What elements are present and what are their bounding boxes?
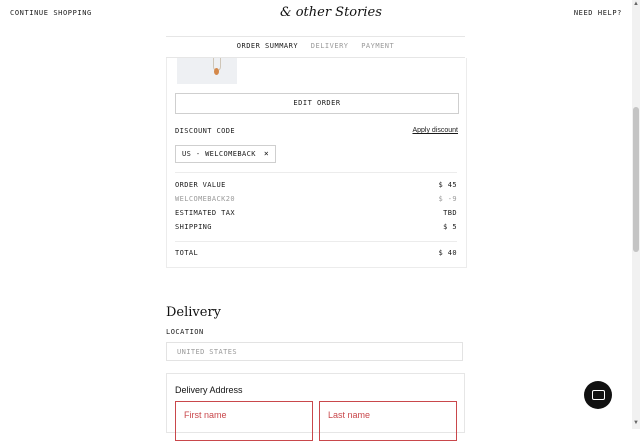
edit-order-button[interactable]: EDIT ORDER — [175, 93, 459, 114]
delivery-heading: Delivery — [166, 305, 222, 320]
total-row: TOTAL $ 40 — [175, 249, 457, 259]
product-thumbnail[interactable] — [177, 58, 237, 84]
scroll-down-arrow-icon[interactable]: ▼ — [633, 420, 639, 426]
checkout-steps: ORDER SUMMARY DELIVERY PAYMENT — [166, 42, 465, 50]
top-navigation-bar: CONTINUE SHOPPING & other Stories NEED H… — [0, 0, 640, 28]
order-summary-card: EDIT ORDER DISCOUNT CODE Apply discount … — [166, 58, 467, 268]
location-label: LOCATION — [166, 328, 204, 336]
order-value-amount: $ 45 — [438, 181, 457, 189]
remove-discount-icon[interactable]: × — [264, 149, 269, 158]
step-delivery[interactable]: DELIVERY — [311, 42, 349, 50]
shipping-row: SHIPPING $ 5 — [175, 223, 457, 233]
first-name-input[interactable]: First name — [175, 401, 313, 441]
estimated-tax-label: ESTIMATED TAX — [175, 209, 235, 217]
discount-label: WELCOMEBACK20 — [175, 195, 235, 203]
step-payment[interactable]: PAYMENT — [361, 42, 394, 50]
step-order-summary[interactable]: ORDER SUMMARY — [237, 42, 298, 50]
header-divider — [166, 36, 465, 37]
order-value-label: ORDER VALUE — [175, 181, 226, 189]
chat-button[interactable] — [584, 381, 612, 409]
total-separator — [175, 241, 457, 242]
discount-amount: $ -9 — [438, 195, 457, 203]
discount-row: WELCOMEBACK20 $ -9 — [175, 195, 457, 205]
scroll-up-arrow-icon[interactable]: ▲ — [633, 1, 639, 7]
estimated-tax-amount: TBD — [443, 209, 457, 217]
location-field: UNITED STATES — [166, 342, 463, 361]
total-label: TOTAL — [175, 249, 199, 257]
scrollbar-thumb[interactable] — [633, 107, 639, 252]
chat-bubble-icon — [592, 390, 605, 400]
estimated-tax-row: ESTIMATED TAX TBD — [175, 209, 457, 219]
delivery-address-heading: Delivery Address — [175, 385, 243, 395]
shipping-amount: $ 5 — [443, 223, 457, 231]
need-help-link[interactable]: NEED HELP? — [574, 9, 622, 17]
page-scrollbar[interactable]: ▲ ▼ — [632, 0, 640, 429]
continue-shopping-link[interactable]: CONTINUE SHOPPING — [10, 9, 92, 17]
total-amount: $ 40 — [438, 249, 457, 257]
order-value-row: ORDER VALUE $ 45 — [175, 181, 457, 191]
pendant-icon — [214, 68, 219, 75]
last-name-input[interactable]: Last name — [319, 401, 457, 441]
shipping-label: SHIPPING — [175, 223, 212, 231]
apply-discount-link[interactable]: Apply discount — [412, 127, 458, 134]
summary-separator — [175, 172, 457, 173]
delivery-address-card: Delivery Address First name Last name — [166, 373, 465, 441]
brand-logo[interactable]: & other Stories — [280, 5, 382, 20]
applied-discount-code: US - WELCOMEBACK — [182, 150, 256, 158]
applied-discount-chip: US - WELCOMEBACK × — [175, 145, 277, 163]
discount-code-label: DISCOUNT CODE — [175, 127, 235, 135]
